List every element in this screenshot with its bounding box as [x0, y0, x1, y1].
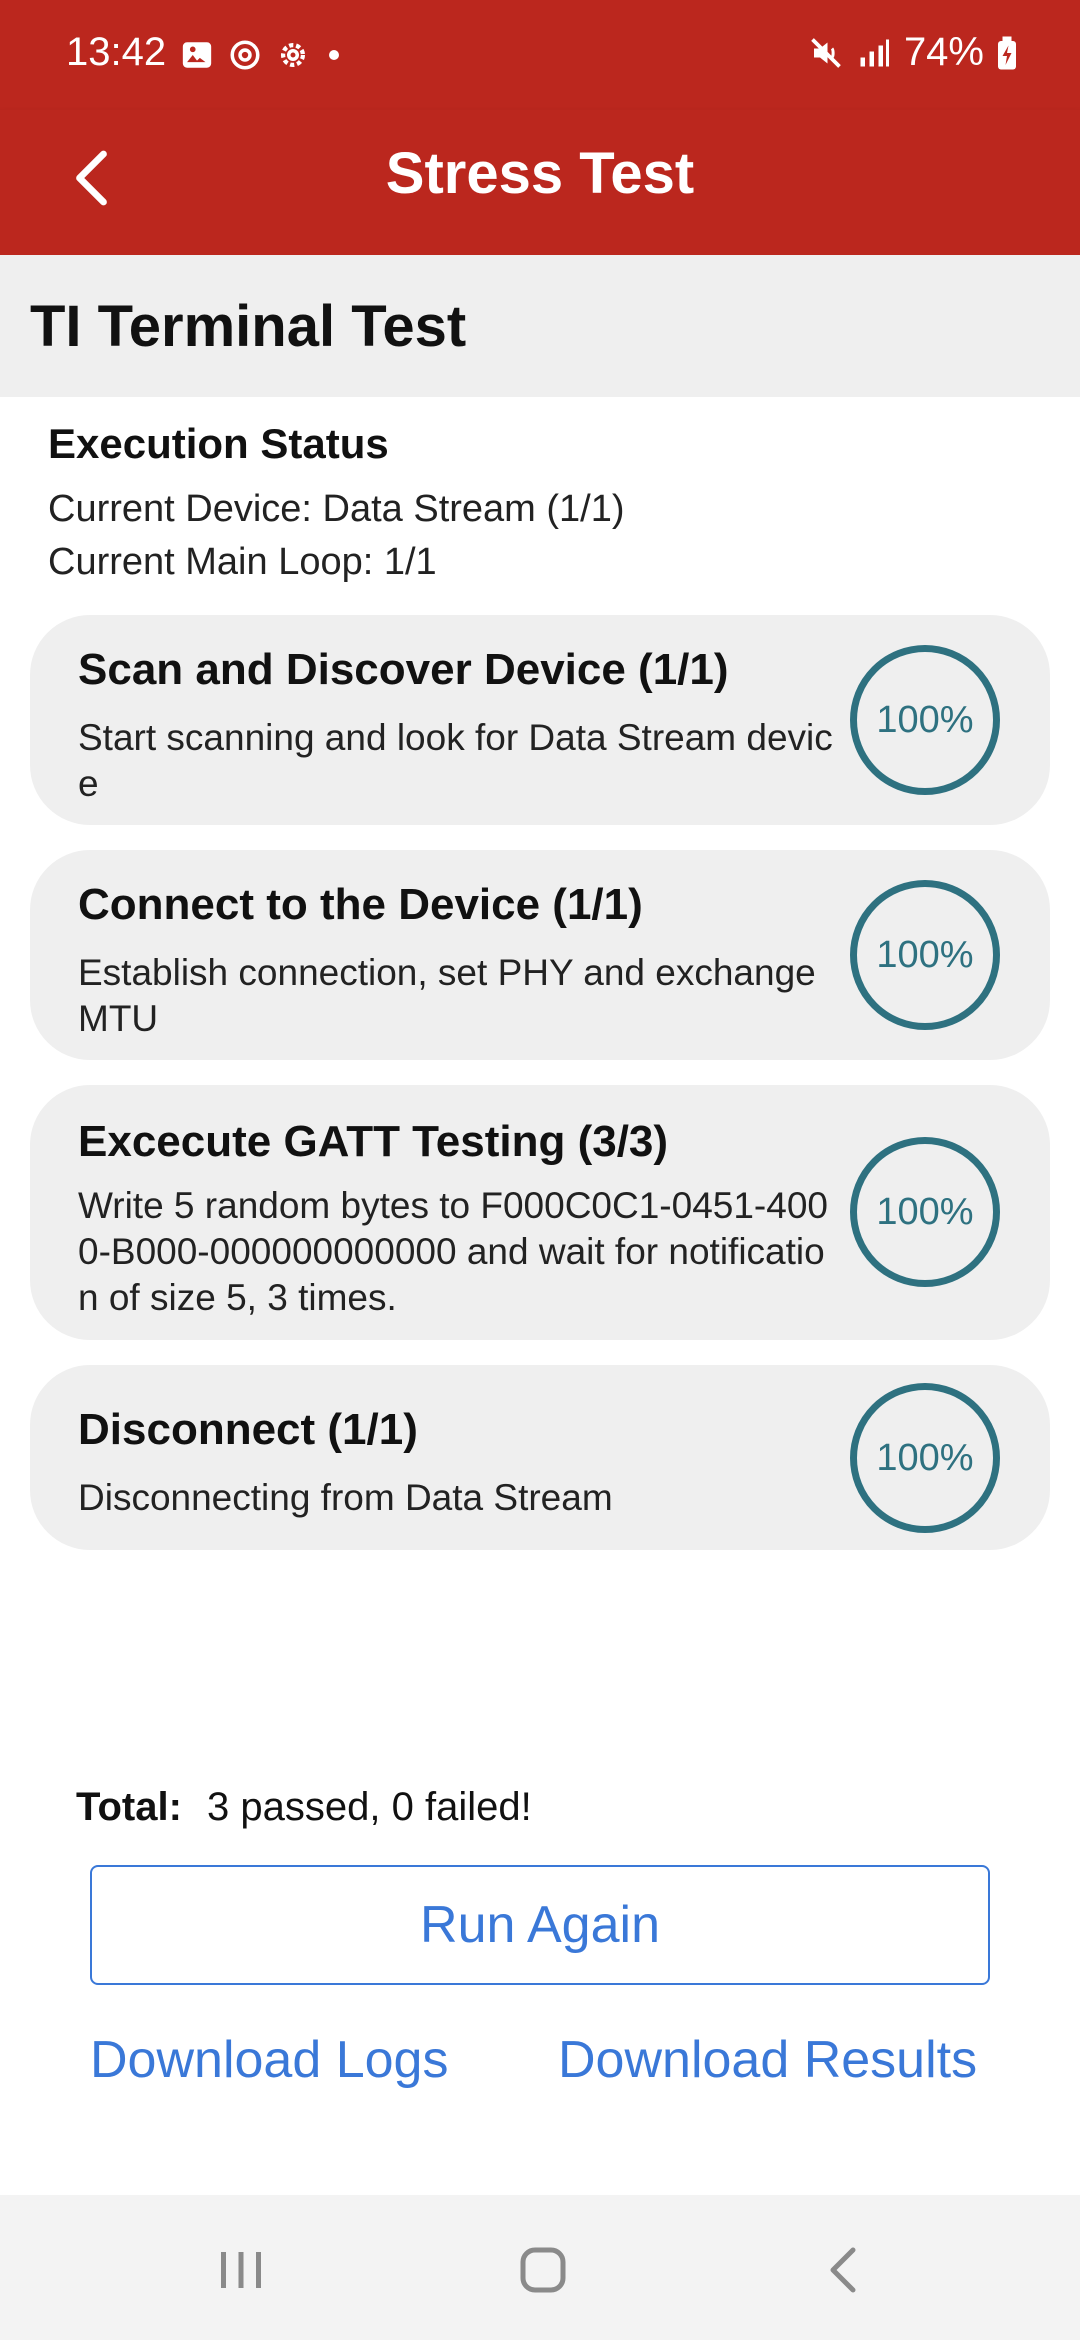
step-card-gatt: Excecute GATT Testing (3/3) Write 5 rand…: [30, 1085, 1050, 1340]
total-value: 3 passed, 0 failed!: [207, 1785, 532, 1829]
download-logs-link[interactable]: Download Logs: [90, 2030, 448, 2090]
status-icons-left: [180, 38, 344, 72]
step-card-connect: Connect to the Device (1/1) Establish co…: [30, 850, 1050, 1060]
step-title: Scan and Discover Device (1/1): [78, 645, 729, 694]
section-title: TI Terminal Test: [30, 294, 467, 359]
progress-label: 100%: [876, 933, 974, 976]
total-label: Total:: [76, 1785, 182, 1829]
progress-ring: 100%: [850, 645, 1000, 795]
current-device: Current Device: Data Stream (1/1): [48, 488, 625, 530]
app-title: Stress Test: [385, 141, 695, 206]
app-bar: Stress Test: [0, 110, 1080, 255]
progress-label: 100%: [876, 1436, 974, 1479]
dot-icon: [329, 50, 339, 60]
total-summary: Total: 3 passed, 0 failed!: [76, 1785, 532, 1830]
step-card-disconnect: Disconnect (1/1) Disconnecting from Data…: [30, 1365, 1050, 1550]
image-icon: [182, 42, 212, 68]
step-title: Disconnect (1/1): [78, 1405, 418, 1454]
battery-icon: [998, 36, 1016, 69]
current-main-loop: Current Main Loop: 1/1: [48, 541, 437, 583]
download-results-link[interactable]: Download Results: [558, 2030, 977, 2090]
progress-label: 100%: [876, 698, 974, 741]
system-nav-bar: [0, 2195, 1080, 2340]
status-time: 13:42: [66, 30, 167, 74]
recents-button[interactable]: [196, 2225, 286, 2315]
section-header: TI Terminal Test: [0, 255, 1080, 397]
progress-ring: 100%: [850, 1137, 1000, 1287]
signal-icon: [860, 39, 889, 66]
run-again-button[interactable]: Run Again: [90, 1865, 990, 1985]
mute-icon: [811, 37, 841, 68]
settings-icon: [280, 42, 306, 68]
battery-percent: 74%: [903, 30, 984, 74]
progress-label: 100%: [876, 1190, 974, 1233]
progress-ring: 100%: [850, 880, 1000, 1030]
home-button[interactable]: [498, 2225, 588, 2315]
step-title: Excecute GATT Testing (3/3): [78, 1117, 669, 1166]
step-description: Disconnecting from Data Stream: [78, 1477, 613, 1518]
progress-ring: 100%: [850, 1383, 1000, 1533]
sync-icon: [230, 40, 260, 70]
home-icon: [520, 2247, 566, 2293]
system-back-button[interactable]: [800, 2225, 890, 2315]
step-description: Write 5 random bytes to F000C0C1-0451-40…: [78, 1185, 828, 1318]
step-card-scan: Scan and Discover Device (1/1) Start sca…: [30, 615, 1050, 825]
recents-icon: [221, 2252, 261, 2288]
execution-status-title: Execution Status: [48, 420, 389, 467]
back-icon: [830, 2247, 856, 2293]
step-description: Start scanning and look for Data Stream …: [78, 717, 833, 804]
status-bar: 13:42 74%: [0, 0, 1080, 110]
status-icons-right: 74%: [808, 30, 1018, 75]
step-title: Connect to the Device (1/1): [78, 880, 643, 929]
step-description: Establish connection, set PHY and exchan…: [78, 952, 816, 1039]
